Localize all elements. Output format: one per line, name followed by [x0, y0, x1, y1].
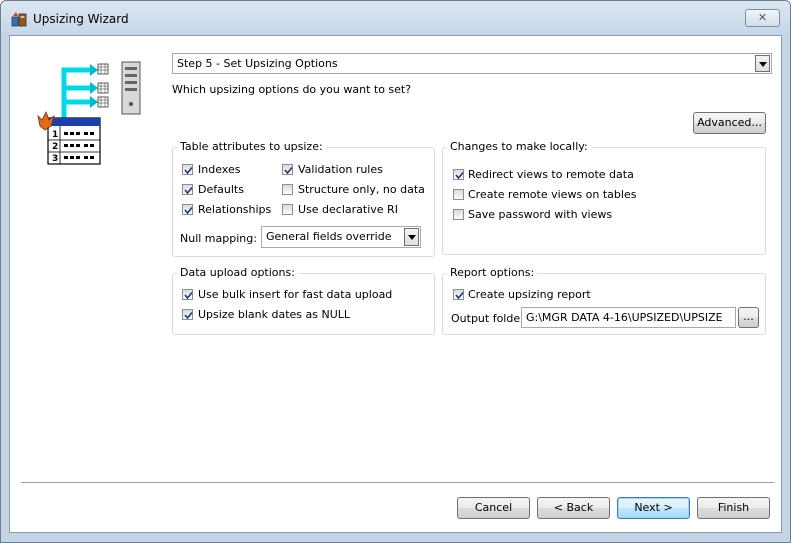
defaults-label: Defaults — [198, 183, 244, 196]
close-button[interactable]: ✕ — [745, 9, 780, 27]
create-remote-views-checkbox[interactable] — [453, 189, 464, 200]
data-upload-group — [172, 273, 435, 335]
create-report-checkbox[interactable] — [453, 289, 464, 300]
indexes-checkbox[interactable] — [182, 164, 193, 175]
null-mapping-dropdown-button[interactable] — [404, 228, 419, 246]
defaults-checkbox[interactable] — [182, 184, 193, 195]
step-combo-value: Step 5 - Set Upsizing Options — [177, 57, 338, 70]
output-folder-label: Output folder — [451, 312, 525, 325]
relationships-label: Relationships — [198, 203, 272, 216]
redirect-views-label: Redirect views to remote data — [468, 168, 634, 181]
local-changes-title: Changes to make locally: — [447, 140, 591, 153]
bulk-insert-checkbox[interactable] — [182, 289, 193, 300]
cancel-button[interactable]: Cancel — [457, 497, 530, 519]
title-bar[interactable]: Upsizing Wizard ✕ — [1, 1, 790, 35]
save-password-checkbox[interactable] — [453, 209, 464, 220]
local-changes-group — [442, 147, 766, 255]
null-mapping-combo[interactable]: General fields override — [261, 226, 421, 248]
illustration-row-2: 2 — [52, 142, 58, 152]
output-folder-value: G:\MGR DATA 4-16\UPSIZED\UPSIZE — [526, 311, 723, 324]
blank-dates-null-checkbox[interactable] — [182, 309, 193, 320]
step-combo[interactable]: Step 5 - Set Upsizing Options — [172, 53, 772, 74]
relationships-checkbox[interactable] — [182, 204, 193, 215]
structure-only-checkbox[interactable] — [282, 184, 293, 195]
null-mapping-label: Null mapping: — [180, 232, 257, 245]
next-button[interactable]: Next > — [617, 497, 690, 519]
indexes-label: Indexes — [198, 163, 241, 176]
finish-button[interactable]: Finish — [697, 497, 770, 519]
back-button[interactable]: < Back — [537, 497, 610, 519]
null-mapping-value: General fields override — [266, 230, 392, 243]
advanced-button[interactable]: Advanced... — [693, 112, 766, 134]
wizard-client-area: 1 2 3 Step 5 - Set Upsizing Options Whic… — [9, 35, 782, 533]
create-remote-views-label: Create remote views on tables — [468, 188, 637, 201]
illustration-row-1: 1 — [52, 130, 58, 140]
close-icon: ✕ — [757, 11, 768, 24]
window-title: Upsizing Wizard — [33, 12, 129, 26]
chevron-down-icon — [759, 62, 767, 67]
declarative-ri-checkbox[interactable] — [282, 204, 293, 215]
table-attributes-title: Table attributes to upsize: — [177, 140, 326, 153]
create-report-label: Create upsizing report — [468, 288, 591, 301]
chevron-down-icon — [408, 235, 416, 240]
output-folder-input[interactable]: G:\MGR DATA 4-16\UPSIZED\UPSIZE — [521, 307, 736, 328]
save-password-label: Save password with views — [468, 208, 613, 221]
app-icon — [11, 12, 27, 27]
question-text: Which upsizing options do you want to se… — [172, 83, 412, 96]
structure-only-label: Structure only, no data — [298, 183, 425, 196]
declarative-ri-label: Use declarative RI — [298, 203, 398, 216]
bulk-insert-label: Use bulk insert for fast data upload — [198, 288, 393, 301]
upsizing-wizard-window: Upsizing Wizard ✕ 1 2 3 Step 5 - Set Ups… — [0, 0, 791, 543]
validation-rules-label: Validation rules — [298, 163, 383, 176]
browse-button[interactable]: ... — [738, 307, 759, 328]
data-upload-title: Data upload options: — [177, 266, 298, 279]
blank-dates-null-label: Upsize blank dates as NULL — [198, 308, 351, 321]
step-combo-dropdown-button[interactable] — [755, 55, 770, 72]
validation-rules-checkbox[interactable] — [282, 164, 293, 175]
illustration-row-3: 3 — [52, 154, 58, 164]
redirect-views-checkbox[interactable] — [453, 169, 464, 180]
report-options-title: Report options: — [447, 266, 538, 279]
upsize-illustration-icon: 1 2 3 — [37, 61, 141, 165]
